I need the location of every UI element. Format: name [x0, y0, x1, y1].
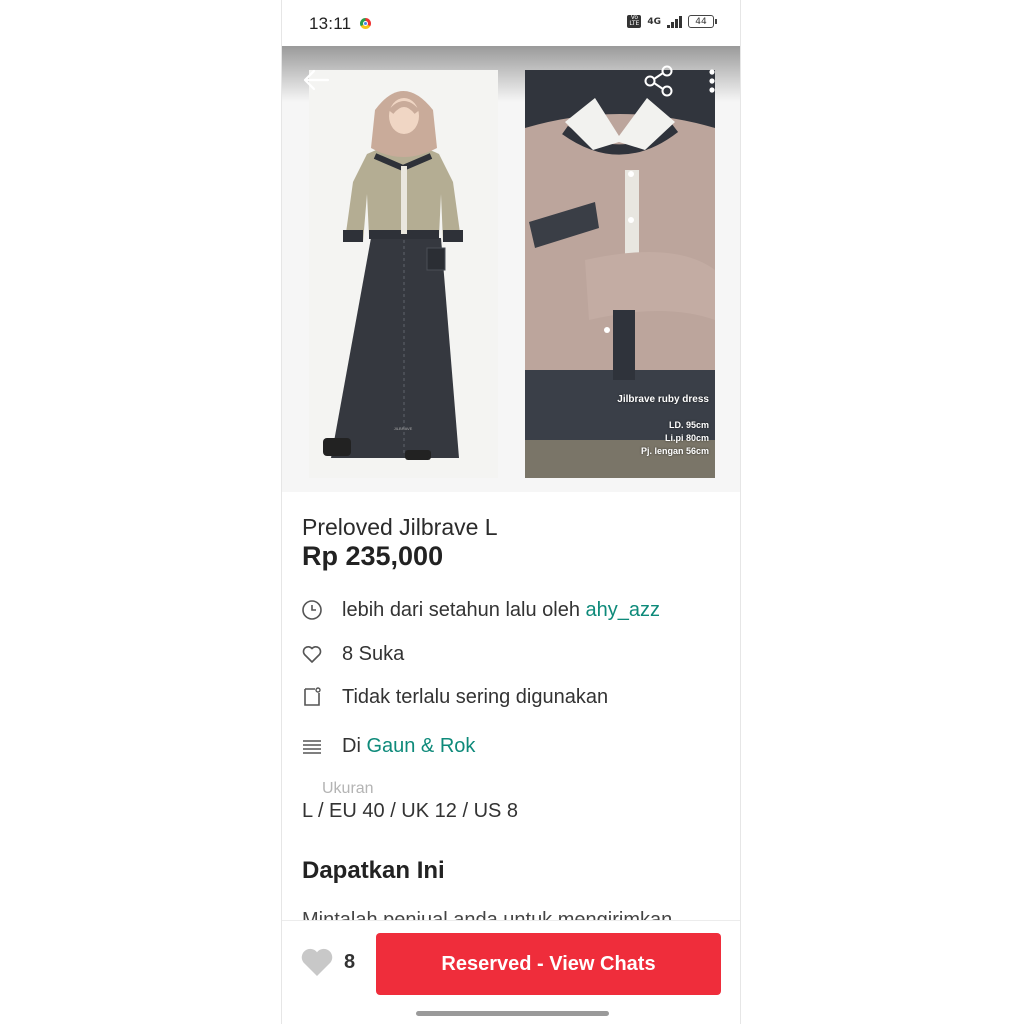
arrow-left-icon [303, 69, 330, 91]
section-description: Mintalah penjual anda untuk mengirimkan [302, 909, 673, 920]
list-icon [303, 740, 321, 754]
condition-tag-icon [304, 687, 321, 706]
category-text: Di Gaun & Rok [342, 735, 475, 758]
seller-link[interactable]: ahy_azz [586, 599, 661, 621]
like-count: 8 [344, 950, 356, 973]
like-button[interactable]: 8 [300, 947, 355, 977]
product-title: Preloved Jilbrave L [302, 514, 498, 540]
product-gallery[interactable]: JILBRAVE Jilbrave ruby dress LD. 95cm Li… [282, 46, 740, 492]
phone-right-edge [740, 0, 741, 1024]
home-indicator[interactable] [416, 1011, 609, 1016]
status-time: 13:11 [309, 14, 352, 33]
photo-caption: Jilbrave ruby dress [617, 394, 709, 405]
measurement-ld: LD. 95cm [668, 420, 709, 430]
clock-icon [302, 600, 322, 620]
back-button[interactable] [300, 64, 332, 96]
condition-row: Tidak terlalu sering digunakan [300, 682, 720, 712]
category-link[interactable]: Gaun & Rok [366, 735, 475, 757]
network-type: 4G [647, 16, 661, 27]
reserved-view-chats-button[interactable]: Reserved - View Chats [376, 933, 721, 995]
category-row: Di Gaun & Rok [300, 731, 720, 761]
posted-time: lebih dari setahun lalu oleh [342, 598, 586, 621]
share-icon [644, 65, 673, 97]
app-screen: 13:11 Vo LTE 4G 44 JILBRAVE Jilbrave rub… [282, 0, 740, 1024]
signal-icon [667, 15, 682, 28]
status-icons: Vo LTE 4G 44 [627, 15, 717, 28]
svg-text:JILBRAVE: JILBRAVE [394, 426, 413, 431]
battery-icon: 44 [688, 15, 717, 28]
size-value: L / EU 40 / UK 12 / US 8 [302, 800, 519, 822]
measurement-lengan: Pj. lengan 56cm [640, 446, 709, 456]
posted-info-text: lebih dari setahun lalu oleh ahy_azz [342, 599, 660, 622]
posted-info-row: lebih dari setahun lalu oleh ahy_azz [300, 595, 720, 625]
likes-link[interactable]: 8 Suka [342, 643, 404, 666]
status-bar: 13:11 Vo LTE 4G 44 [282, 0, 740, 46]
likes-row[interactable]: 8 Suka [300, 639, 720, 669]
bottom-action-bar: 8 Reserved - View Chats [282, 920, 740, 1024]
heart-outline-icon [302, 646, 322, 663]
size-label: Ukuran [322, 780, 374, 797]
product-price: Rp 235,000 [302, 541, 444, 571]
category-prefix: Di [342, 734, 367, 757]
more-options-button[interactable] [706, 66, 718, 98]
heart-filled-icon [301, 948, 333, 976]
product-photo-detail[interactable]: Jilbrave ruby dress LD. 95cm Li.pi 80cm … [525, 70, 715, 478]
volte-icon: Vo LTE [627, 15, 642, 28]
share-button[interactable] [642, 64, 676, 98]
chrome-icon [360, 18, 371, 29]
measurement-lipi: Li.pi 80cm [664, 433, 709, 443]
section-title: Dapatkan Ini [302, 857, 445, 884]
more-vertical-icon [709, 69, 715, 93]
condition-text: Tidak terlalu sering digunakan [342, 685, 609, 708]
product-photo-model[interactable]: JILBRAVE [309, 70, 498, 478]
